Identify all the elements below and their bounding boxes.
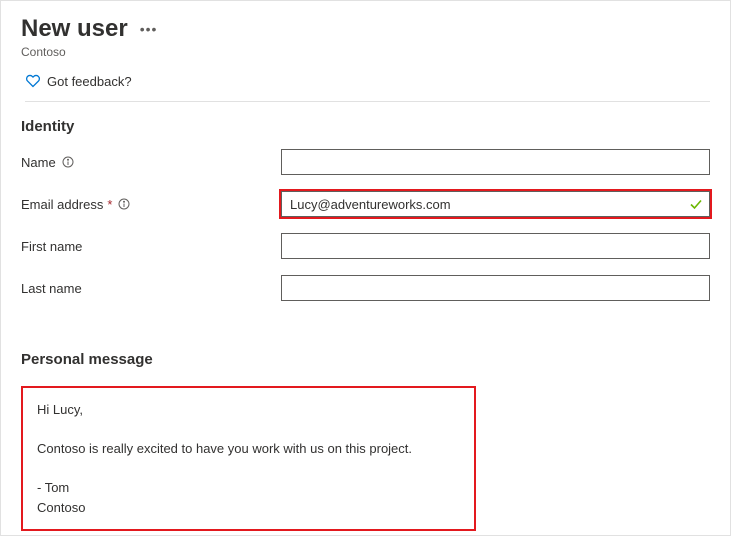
org-subtitle: Contoso xyxy=(21,45,710,59)
heart-icon xyxy=(25,73,41,89)
personal-message-box[interactable]: Hi Lucy, Contoso is really excited to ha… xyxy=(21,386,476,531)
last-name-input[interactable] xyxy=(281,275,710,301)
page-title: New user xyxy=(21,15,128,43)
first-name-label: First name xyxy=(21,239,82,254)
info-icon[interactable] xyxy=(118,198,130,210)
info-icon[interactable] xyxy=(62,156,74,168)
more-icon[interactable]: ••• xyxy=(140,21,158,37)
required-indicator: * xyxy=(107,197,112,212)
name-label: Name xyxy=(21,155,56,170)
last-name-label: Last name xyxy=(21,281,82,296)
identity-heading: Identity xyxy=(21,118,710,135)
name-input[interactable] xyxy=(281,149,710,175)
email-label: Email address xyxy=(21,197,103,212)
personal-message-heading: Personal message xyxy=(21,351,710,368)
feedback-label: Got feedback? xyxy=(47,74,132,89)
feedback-link[interactable]: Got feedback? xyxy=(25,73,710,102)
check-icon xyxy=(688,196,704,212)
email-input[interactable] xyxy=(281,191,710,217)
first-name-input[interactable] xyxy=(281,233,710,259)
